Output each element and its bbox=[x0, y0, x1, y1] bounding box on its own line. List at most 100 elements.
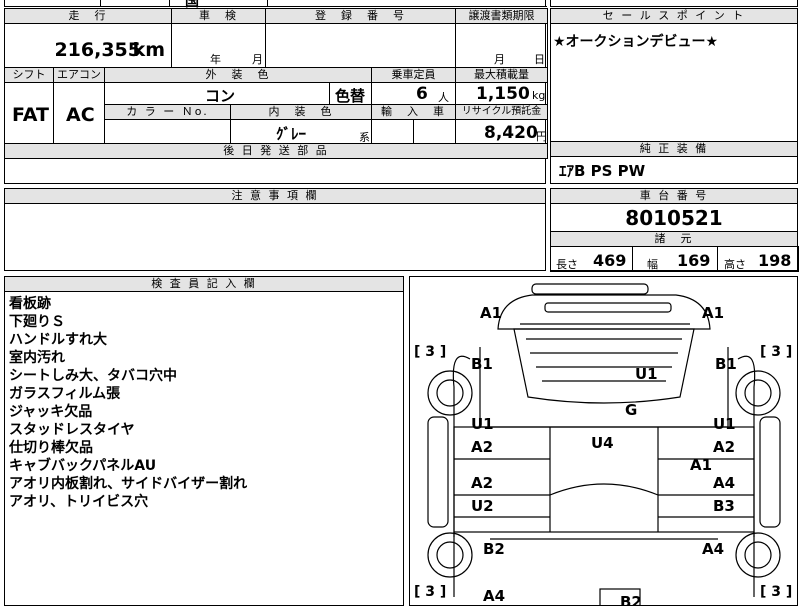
exterior-color-value: コン bbox=[205, 87, 236, 105]
interior-color-header: 内 装 色 bbox=[230, 104, 372, 120]
transfer-cell: 月 日 bbox=[455, 23, 548, 68]
damage-label: B3 bbox=[713, 497, 735, 515]
damage-label: U2 bbox=[471, 497, 494, 515]
shift-value: FAT bbox=[12, 104, 49, 126]
damage-label: B1 bbox=[715, 355, 737, 373]
mileage-unit: km bbox=[132, 39, 165, 61]
later-parts-cell bbox=[4, 158, 548, 185]
damage-label: A4 bbox=[483, 587, 506, 605]
shift-header: シフト bbox=[4, 67, 54, 83]
chassis-box: 車 台 番 号 8010521 諸 元 長さ 469 幅 169 高さ 198 bbox=[550, 188, 799, 272]
damage-label: A2 bbox=[713, 438, 736, 456]
factory-equipment-box: 純 正 装 備 ｴｱB PS PW bbox=[550, 141, 798, 184]
factory-equipment-header: 純 正 装 備 bbox=[550, 141, 798, 157]
tread-depth-left-top: [ 3 ] bbox=[414, 344, 447, 360]
import-header: 輸 入 車 bbox=[371, 104, 456, 120]
color-change-label: 色替 bbox=[335, 87, 366, 105]
height-value: 198 bbox=[758, 251, 792, 270]
inspector-line: アオリ内板割れ、サイドバイザー割れ bbox=[9, 476, 248, 492]
damage-label: A1 bbox=[480, 304, 503, 322]
tread-depth-right-bottom: [ 3 ] bbox=[760, 584, 793, 600]
import-cell-a bbox=[371, 119, 414, 144]
top-strip: 国 bbox=[4, 0, 547, 10]
inspector-line: シートしみ大、タバコ穴中 bbox=[9, 368, 177, 384]
damage-label: U4 bbox=[591, 434, 614, 452]
width-value: 169 bbox=[677, 251, 711, 270]
interior-color-unit: 系 bbox=[359, 131, 370, 144]
inspector-line: ハンドルすれ大 bbox=[9, 332, 107, 348]
width-label: 幅 bbox=[647, 258, 658, 271]
capacity-cell: 6 人 bbox=[371, 82, 456, 105]
damage-label: A1 bbox=[690, 456, 713, 474]
damage-label: A2 bbox=[471, 474, 494, 492]
recycle-header: リサイクル預託金 bbox=[455, 104, 548, 120]
damage-label: A4 bbox=[702, 540, 725, 558]
shift-cell: FAT bbox=[4, 82, 54, 144]
damage-label: B2 bbox=[483, 540, 505, 558]
tread-depth-left-bottom: [ 3 ] bbox=[414, 584, 447, 600]
max-load-unit: kg bbox=[532, 89, 546, 102]
inspector-line: アオリ、トリイビス穴 bbox=[9, 494, 149, 510]
max-load-header: 最大積載量 bbox=[455, 67, 548, 83]
top-strip-right bbox=[550, 0, 798, 7]
length-value: 469 bbox=[593, 251, 627, 270]
chassis-value: 8010521 bbox=[625, 206, 723, 230]
mileage-cell: 216,355 km bbox=[4, 23, 172, 68]
damage-label: U1 bbox=[713, 415, 736, 433]
color-no-header: カ ラ ー Ｎo. bbox=[104, 104, 231, 120]
color-change-cell: 色替 bbox=[329, 82, 372, 105]
recycle-value: 8,420 bbox=[484, 123, 538, 143]
color-no-cell bbox=[104, 119, 231, 144]
height-label: 高さ bbox=[724, 258, 746, 271]
capacity-unit: 人 bbox=[438, 91, 449, 104]
main-grid: 走 行 車 検 登 録 番 号 譲渡書類期限 216,355 km 年 月 月 … bbox=[4, 8, 548, 185]
notes-box: 注 意 事 項 欄 bbox=[4, 188, 546, 271]
import-cell-b bbox=[413, 119, 456, 144]
aircon-cell: AC bbox=[53, 82, 105, 144]
inspection-cell: 年 月 bbox=[171, 23, 266, 68]
height-cell: 高さ 198 bbox=[717, 246, 799, 272]
exterior-color-header: 外 装 色 bbox=[104, 67, 372, 83]
inspector-line: ガラスフィルム張 bbox=[9, 386, 121, 402]
sales-point-box: セ ー ル ス ポ イ ン ト ★オークションデビュー★ bbox=[550, 8, 798, 142]
aircon-header: エアコン bbox=[53, 67, 105, 83]
tread-depth-right-top: [ 3 ] bbox=[760, 344, 793, 360]
exterior-color-cell: コン bbox=[104, 82, 330, 105]
width-cell: 幅 169 bbox=[632, 246, 718, 272]
damage-label: A1 bbox=[702, 304, 725, 322]
length-cell: 長さ 469 bbox=[550, 246, 633, 272]
inspector-line: キャブバックパネルAU bbox=[9, 458, 157, 474]
max-load-value: 1,150 bbox=[476, 84, 530, 104]
recycle-unit: 円 bbox=[536, 130, 547, 143]
inspector-box: 検 査 員 記 入 欄 看板跡 下廻りＳ ハンドルすれ大 室内汚れ シートしみ大… bbox=[4, 276, 404, 606]
inspector-line: 仕切り棒欠品 bbox=[9, 440, 93, 456]
registration-cell bbox=[265, 23, 456, 68]
inspection-year-label: 年 bbox=[210, 53, 221, 66]
recycle-cell: 8,420 円 bbox=[455, 119, 548, 144]
damage-label: A2 bbox=[471, 438, 494, 456]
damage-label: B1 bbox=[471, 355, 493, 373]
capacity-value: 6 bbox=[416, 84, 428, 104]
inspector-header: 検 査 員 記 入 欄 bbox=[4, 276, 404, 292]
damage-label: U1 bbox=[471, 415, 494, 433]
damage-label: G bbox=[625, 401, 638, 419]
inspector-line: 下廻りＳ bbox=[9, 314, 65, 330]
notes-header: 注 意 事 項 欄 bbox=[4, 188, 546, 204]
sales-point-text: ★オークションデビュー★ bbox=[553, 34, 719, 50]
later-parts-header: 後 日 発 送 部 品 bbox=[4, 143, 548, 159]
inspector-lines: 看板跡 下廻りＳ ハンドルすれ大 室内汚れ シートしみ大、タバコ穴中 ガラスフィ… bbox=[9, 295, 247, 511]
sales-point-header: セ ー ル ス ポ イ ン ト bbox=[550, 8, 798, 24]
inspector-line: ジャッキ欠品 bbox=[9, 404, 93, 420]
interior-color-value: ｸﾞﾚｰ bbox=[276, 125, 307, 143]
inspector-line: スタッドレスタイヤ bbox=[9, 422, 135, 438]
registration-header: 登 録 番 号 bbox=[265, 8, 456, 24]
damage-label: A4 bbox=[713, 474, 736, 492]
length-label: 長さ bbox=[556, 258, 578, 271]
damage-label: U1 bbox=[635, 365, 658, 383]
mileage-value: 216,355 bbox=[54, 39, 141, 61]
mileage-header: 走 行 bbox=[4, 8, 172, 24]
interior-color-cell: ｸﾞﾚｰ 系 bbox=[230, 119, 372, 144]
inspection-month-label: 月 bbox=[252, 53, 263, 66]
transfer-month-label: 月 bbox=[494, 53, 505, 66]
aircon-value: AC bbox=[66, 104, 95, 126]
